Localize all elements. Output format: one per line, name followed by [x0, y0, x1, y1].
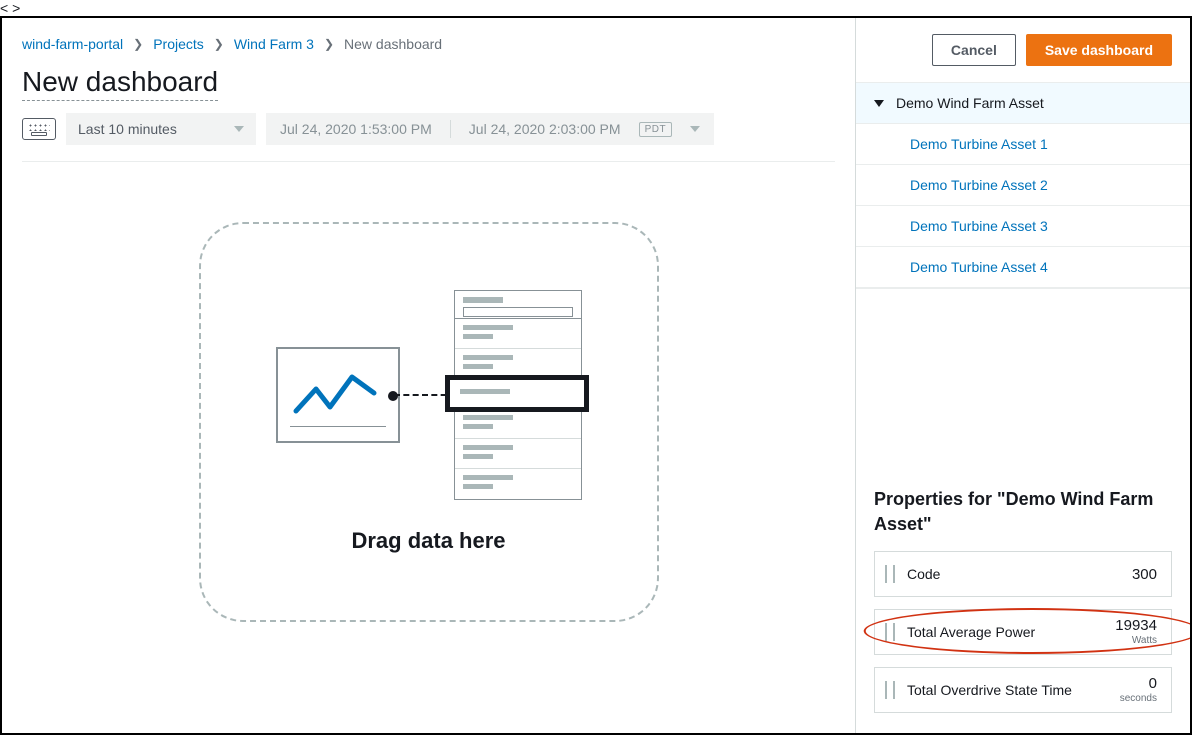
divider	[22, 161, 835, 162]
chevron-right-icon: ❯	[324, 37, 334, 51]
drag-handle-icon[interactable]	[885, 681, 895, 699]
property-value: 0	[1120, 676, 1157, 691]
chevron-right-icon: ❯	[133, 37, 143, 51]
property-row-code[interactable]: Code 300	[874, 551, 1172, 597]
property-unit: Watts	[1115, 635, 1157, 646]
property-unit: seconds	[1120, 693, 1157, 704]
time-end: Jul 24, 2020 2:03:00 PM	[469, 121, 621, 137]
asset-tree-parent[interactable]: Demo Wind Farm Asset	[856, 83, 1190, 124]
drag-handle-icon[interactable]	[885, 623, 895, 641]
drag-handle-icon[interactable]	[885, 565, 895, 583]
property-value: 300	[1132, 567, 1157, 582]
divider	[450, 120, 451, 138]
breadcrumb-root[interactable]: wind-farm-portal	[22, 36, 123, 52]
asset-tree-child[interactable]: Demo Turbine Asset 1	[856, 124, 1190, 165]
caret-down-icon	[690, 126, 700, 132]
dropzone-label: Drag data here	[351, 528, 505, 554]
asset-tree-child[interactable]: Demo Turbine Asset 4	[856, 247, 1190, 288]
timezone-badge: PDT	[639, 122, 673, 137]
property-label: Total Overdrive State Time	[907, 682, 1120, 698]
property-value: 19934	[1115, 618, 1157, 633]
breadcrumb-projects[interactable]: Projects	[153, 36, 204, 52]
side-action-bar: Cancel Save dashboard	[856, 18, 1190, 83]
breadcrumb-current: New dashboard	[344, 36, 442, 52]
cancel-button[interactable]: Cancel	[932, 34, 1016, 66]
chevron-right-icon: ❯	[214, 37, 224, 51]
time-range-label: Last 10 minutes	[78, 121, 177, 137]
time-range-bar: Last 10 minutes Jul 24, 2020 1:53:00 PM …	[22, 113, 835, 145]
property-row-total-average-power[interactable]: Total Average Power 19934 Watts	[874, 609, 1172, 655]
breadcrumb-farm[interactable]: Wind Farm 3	[234, 36, 314, 52]
keyboard-icon[interactable]	[22, 118, 56, 140]
property-label: Code	[907, 566, 1132, 582]
asset-tree: Demo Wind Farm Asset Demo Turbine Asset …	[856, 83, 1190, 289]
property-row-total-overdrive-state-time[interactable]: Total Overdrive State Time 0 seconds	[874, 667, 1172, 713]
asset-tree-child[interactable]: Demo Turbine Asset 2	[856, 165, 1190, 206]
time-start: Jul 24, 2020 1:53:00 PM	[280, 121, 432, 137]
time-range-select[interactable]: Last 10 minutes	[66, 113, 256, 145]
dropzone-illustration	[276, 290, 582, 500]
chart-icon	[276, 347, 400, 443]
caret-down-icon	[874, 100, 884, 107]
properties-panel: Properties for "Demo Wind Farm Asset" Co…	[856, 471, 1190, 733]
caret-down-icon	[234, 126, 244, 132]
dashboard-dropzone[interactable]: Drag data here	[199, 222, 659, 622]
properties-title: Properties for "Demo Wind Farm Asset"	[874, 487, 1172, 537]
property-label: Total Average Power	[907, 624, 1115, 640]
page-title[interactable]: New dashboard	[22, 66, 218, 101]
asset-tree-child[interactable]: Demo Turbine Asset 3	[856, 206, 1190, 247]
list-icon	[454, 290, 582, 500]
asset-tree-parent-label: Demo Wind Farm Asset	[896, 95, 1044, 111]
breadcrumb: wind-farm-portal ❯ Projects ❯ Wind Farm …	[22, 30, 835, 62]
time-absolute-range[interactable]: Jul 24, 2020 1:53:00 PM Jul 24, 2020 2:0…	[266, 113, 714, 145]
save-dashboard-button[interactable]: Save dashboard	[1026, 34, 1172, 66]
